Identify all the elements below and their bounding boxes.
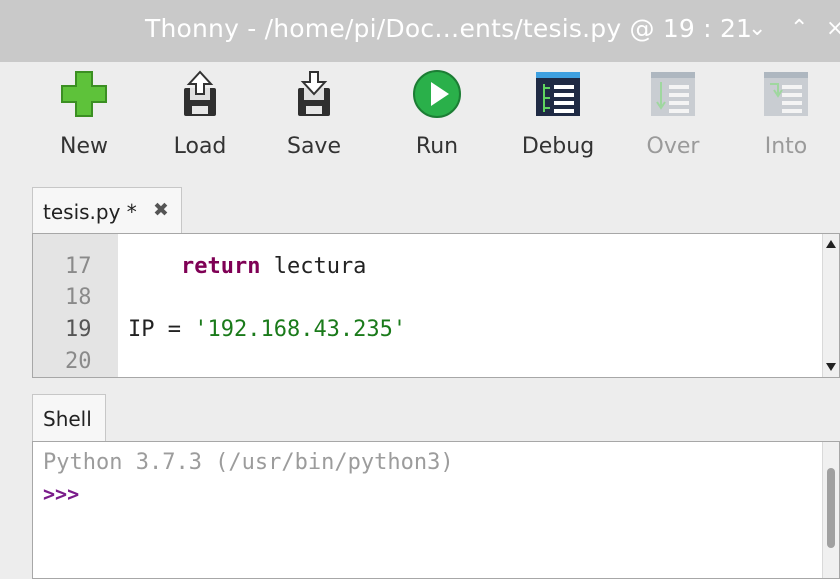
tab-label: tesis.py *	[43, 200, 137, 224]
line-number: 18	[65, 285, 92, 310]
scroll-down-icon[interactable]	[826, 363, 836, 371]
line-number: 20	[65, 349, 92, 374]
scroll-thumb[interactable]	[827, 468, 835, 548]
step-over-label: Over	[646, 134, 700, 159]
code-line: IP = '192.168.43.235'	[128, 317, 406, 342]
window-title: Thonny - /home/pi/Doc…ents/tesis.py @ 19…	[145, 14, 753, 43]
line-number: 19	[65, 317, 92, 342]
new-icon	[61, 71, 107, 117]
code-editor[interactable]: 17 18 19 20 return lectura IP = '192.168…	[32, 233, 840, 378]
load-label: Load	[173, 134, 227, 159]
close-tab-icon[interactable]: ✖	[153, 199, 169, 221]
maximize-button[interactable]: ⌃	[790, 16, 808, 41]
shell-prompt: >>>	[43, 482, 80, 506]
minimize-button[interactable]: ⌄	[748, 16, 766, 41]
new-label: New	[60, 134, 108, 159]
tab-shell[interactable]: Shell	[32, 394, 106, 441]
python-banner: Python 3.7.3 (/usr/bin/python3)	[43, 450, 454, 475]
save-label: Save	[286, 134, 341, 159]
string-literal: '192.168.43.235'	[194, 317, 407, 342]
save-icon	[298, 71, 330, 116]
step-into-label: Into	[764, 134, 808, 159]
run-label: Run	[415, 134, 459, 159]
title-bar: Thonny - /home/pi/Doc…ents/tesis.py @ 19…	[0, 0, 840, 62]
shell-console[interactable]: Python 3.7.3 (/usr/bin/python3) >>>	[32, 441, 840, 579]
run-icon	[413, 70, 461, 118]
code-text: lectura	[260, 254, 367, 279]
shell-scrollbar[interactable]	[822, 442, 839, 578]
tab-tesis-py[interactable]: tesis.py * ✖	[32, 187, 182, 233]
debug-icon	[536, 72, 580, 116]
step-over-icon	[651, 72, 695, 116]
keyword-return: return	[180, 254, 261, 279]
close-window-button[interactable]: ×	[826, 16, 840, 41]
shell-tab-label: Shell	[43, 407, 92, 431]
step-into-icon	[764, 72, 808, 116]
load-icon	[184, 70, 216, 116]
code-text: IP =	[128, 317, 195, 342]
debug-label: Debug	[521, 134, 595, 159]
editor-scrollbar[interactable]	[822, 234, 839, 377]
line-number: 17	[65, 254, 92, 279]
scroll-up-icon[interactable]	[826, 240, 836, 248]
code-line: return lectura	[128, 254, 366, 279]
